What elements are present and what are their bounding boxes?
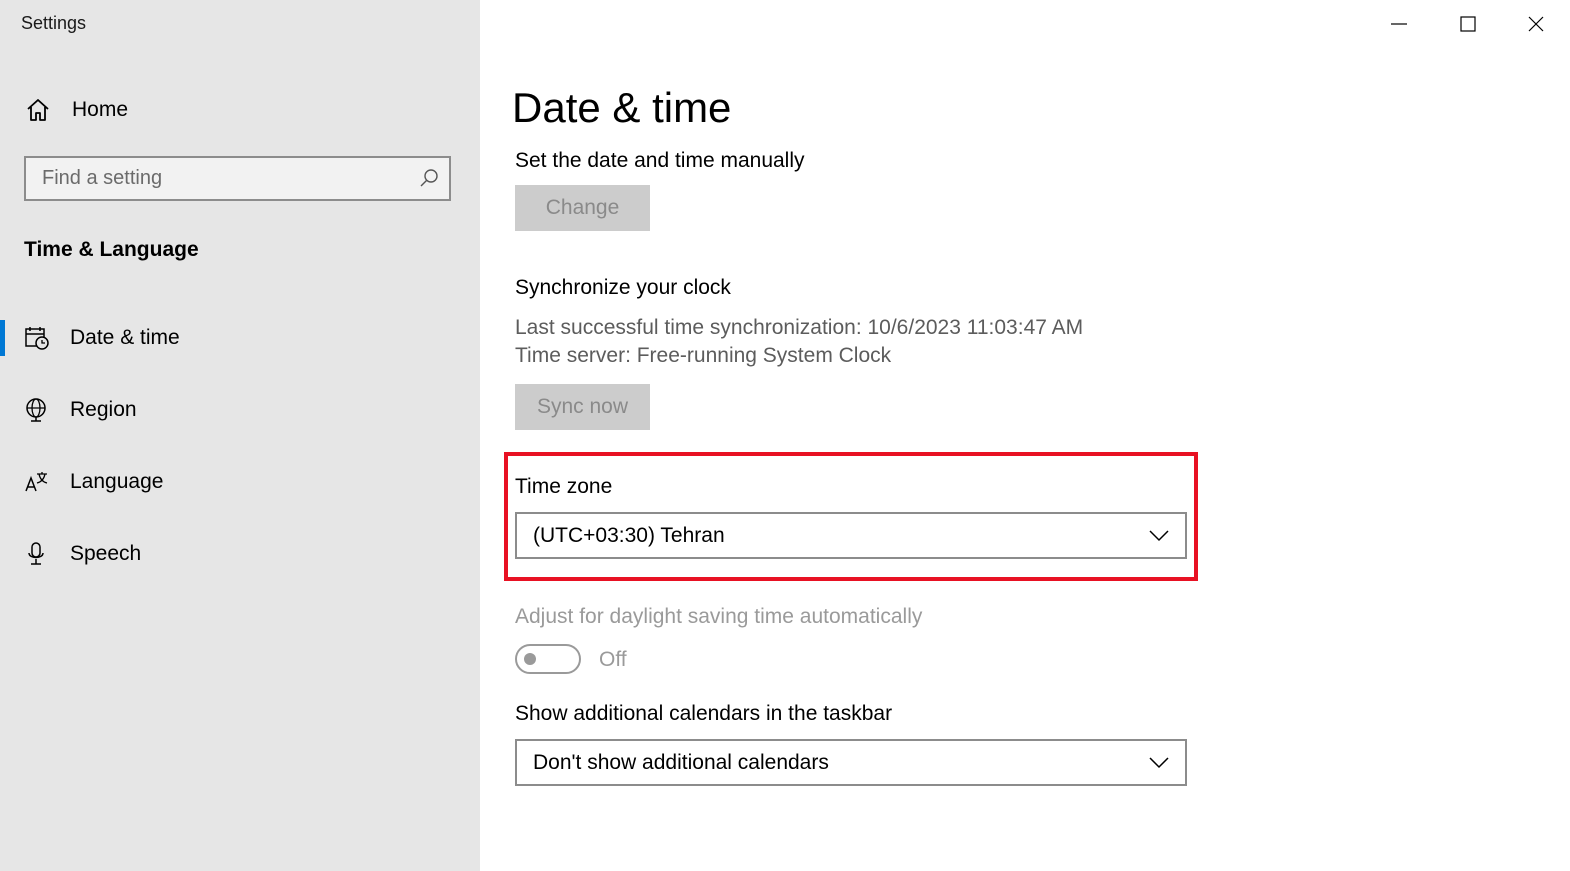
dst-toggle[interactable] [515, 644, 581, 674]
home-icon [27, 99, 49, 121]
page-title: Date & time [512, 84, 732, 131]
globe-icon [26, 398, 46, 422]
calendars-label: Show additional calendars in the taskbar [515, 702, 893, 725]
timezone-label: Time zone [515, 475, 613, 498]
sidebar-item-label: Region [70, 398, 137, 421]
search-box[interactable] [24, 156, 451, 201]
home-label: Home [72, 98, 129, 121]
sidebar-item-label: Date & time [70, 326, 180, 349]
sync-now-button[interactable]: Sync now [515, 384, 650, 430]
microphone-icon [28, 542, 44, 565]
home-nav[interactable]: Home [24, 94, 464, 126]
dst-state: Off [599, 648, 627, 671]
time-server-text: Time server: Free-running System Clock [515, 344, 892, 367]
main-content: Date & time Set the date and time manual… [480, 0, 1570, 871]
language-icon [25, 472, 48, 492]
chevron-down-icon [1149, 756, 1169, 768]
calendars-dropdown[interactable]: Don't show additional calendars [515, 739, 1187, 786]
sidebar-item-language[interactable]: Language [0, 458, 480, 506]
sidebar-item-label: Speech [70, 542, 142, 565]
calendars-value: Don't show additional calendars [533, 750, 829, 774]
timezone-dropdown[interactable]: (UTC+03:30) Tehran [515, 512, 1187, 559]
timezone-value: (UTC+03:30) Tehran [533, 523, 725, 547]
active-indicator [0, 320, 5, 356]
last-sync-text: Last successful time synchronization: 10… [515, 316, 1084, 339]
app-title: Settings [21, 13, 87, 33]
sidebar-item-date-time[interactable]: Date & time [0, 314, 480, 362]
sidebar: Settings Home Time & Language Date & tim… [0, 0, 480, 871]
sidebar-item-region[interactable]: Region [0, 386, 480, 434]
toggle-knob [524, 653, 536, 665]
section-title: Time & Language [24, 238, 199, 261]
calendar-clock-icon [25, 327, 49, 350]
manual-label: Set the date and time manually [515, 149, 805, 172]
search-input[interactable] [26, 158, 412, 199]
sync-label: Synchronize your clock [515, 276, 731, 299]
sidebar-item-speech[interactable]: Speech [0, 530, 480, 578]
chevron-down-icon [1149, 529, 1169, 541]
search-icon[interactable] [419, 168, 439, 188]
change-button[interactable]: Change [515, 185, 650, 231]
dst-label: Adjust for daylight saving time automati… [515, 605, 923, 628]
sidebar-item-label: Language [70, 470, 164, 493]
